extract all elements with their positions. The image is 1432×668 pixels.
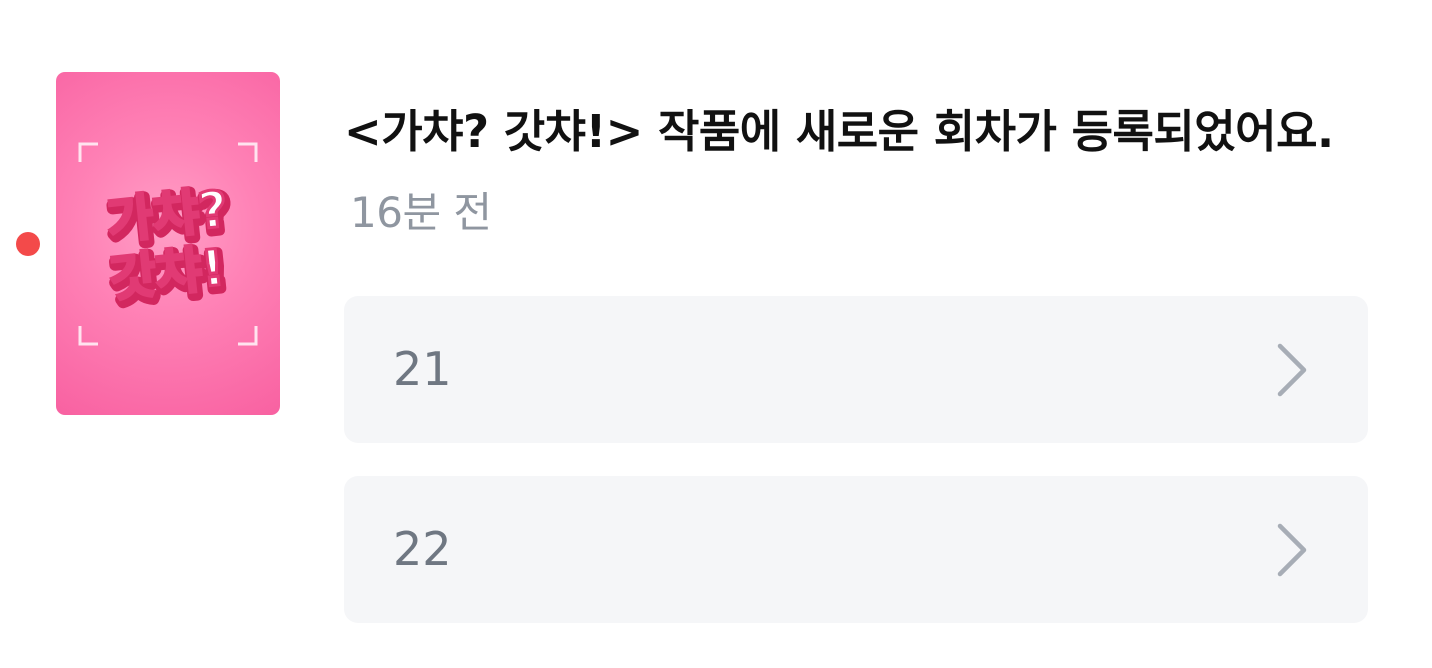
chevron-right-icon <box>1277 523 1307 577</box>
thumbnail-art: 가챠? 가챠? 갓챠! 갓챠! <box>78 142 258 346</box>
series-thumbnail[interactable]: 가챠? 가챠? 갓챠! 갓챠! <box>56 72 280 415</box>
episode-number: 21 <box>393 342 452 396</box>
svg-text:갓챠!: 갓챠! <box>107 238 227 308</box>
unread-indicator <box>16 232 40 256</box>
notification-title: <가챠? 갓챠!> 작품에 새로운 회차가 등록되었어요. <box>344 105 1334 158</box>
notification-item[interactable]: 가챠? 가챠? 갓챠! 갓챠! <가챠? 갓챠!> 작품에 새로운 회차가 등록… <box>0 0 1432 668</box>
episode-number: 22 <box>393 522 452 576</box>
notification-time: 16분 전 <box>350 188 492 237</box>
chevron-right-icon <box>1277 343 1307 397</box>
episode-item-21[interactable]: 21 <box>344 296 1368 443</box>
notification-message: <가챠? 갓챠!> 작품에 새로운 회차가 등록되었어요. 16분 전 <box>344 92 1344 253</box>
episode-item-22[interactable]: 22 <box>344 476 1368 623</box>
